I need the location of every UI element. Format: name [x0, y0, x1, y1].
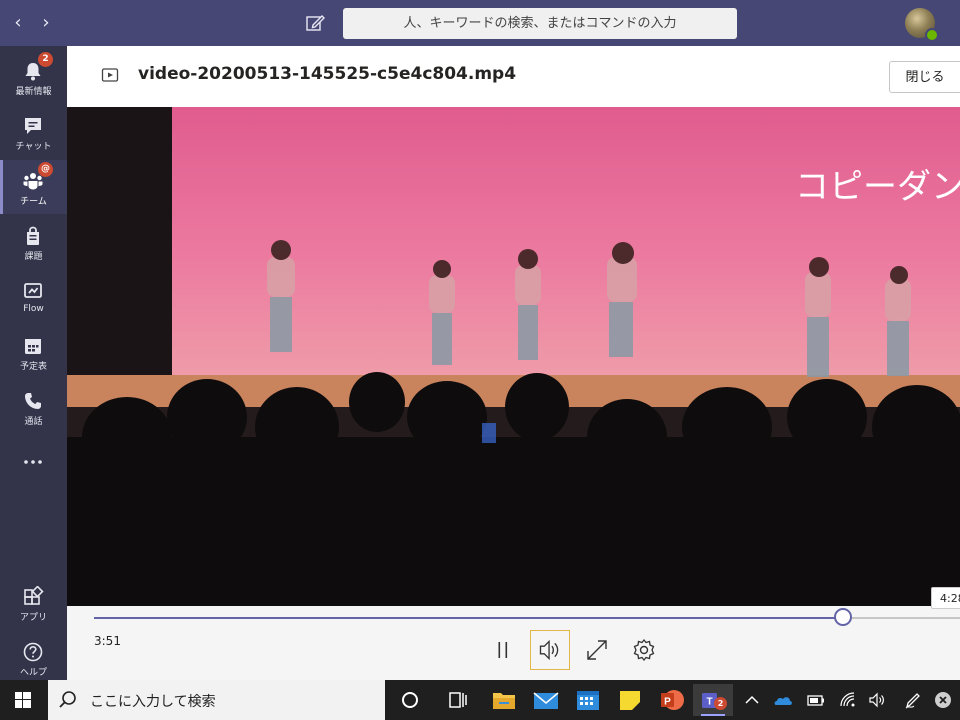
- current-time: 3:51: [94, 634, 121, 648]
- rail-item-flow[interactable]: Flow: [0, 270, 67, 324]
- rail-item-label: 通話: [24, 417, 43, 427]
- rail-item-chat[interactable]: チャット: [0, 105, 67, 159]
- activity-badge: 2: [38, 52, 53, 67]
- calendar-icon: [25, 339, 41, 354]
- rail-item-label: アプリ: [19, 613, 47, 623]
- rail-item-label: 課題: [24, 252, 43, 262]
- help-icon: [23, 642, 43, 662]
- chevron-left-icon[interactable]: ‹: [8, 12, 28, 34]
- phone-icon: [25, 393, 41, 409]
- mail-icon[interactable]: [526, 684, 566, 716]
- wifi-icon[interactable]: [838, 690, 858, 710]
- settings-icon[interactable]: [624, 630, 664, 670]
- powerpoint-icon[interactable]: P: [652, 684, 692, 716]
- file-title: video-20200513-145525-c5e4c804.mp4: [138, 64, 517, 84]
- onedrive-icon[interactable]: [773, 690, 793, 710]
- flow-icon: [24, 283, 42, 298]
- rail-item-label: 予定表: [19, 362, 47, 372]
- rail-item-help[interactable]: ヘルプ: [0, 631, 67, 685]
- rail-item-apps[interactable]: アプリ: [0, 576, 67, 630]
- windows-start-icon[interactable]: [0, 680, 46, 720]
- chevron-up-icon[interactable]: [742, 690, 762, 710]
- rail-item-calls[interactable]: 通話: [0, 380, 67, 434]
- search-input[interactable]: 人、キーワードの検索、またはコマンドの入力: [343, 8, 737, 39]
- rail-item-label: チーム: [20, 197, 47, 207]
- assignments-icon: [27, 226, 39, 245]
- calendar-app-icon[interactable]: [568, 684, 608, 716]
- rail-item-activity[interactable]: 2 最新情報: [0, 50, 67, 104]
- teams-app-icon: T: [701, 693, 725, 716]
- mention-badge: @: [38, 162, 53, 177]
- teams-app-button[interactable]: T 2: [693, 684, 733, 716]
- file-explorer-icon[interactable]: [484, 684, 524, 716]
- presence-available-icon: [925, 28, 939, 42]
- chevron-right-icon[interactable]: ›: [36, 12, 56, 34]
- rail-item-label: Flow: [23, 304, 44, 314]
- battery-icon[interactable]: [806, 690, 826, 710]
- seek-thumb[interactable]: [834, 608, 852, 626]
- teams-taskbar-badge: 2: [714, 697, 727, 710]
- search-icon: [59, 691, 76, 708]
- chat-icon: [25, 118, 41, 134]
- rail-item-label: ヘルプ: [19, 668, 47, 678]
- pause-icon[interactable]: [483, 630, 523, 670]
- app-rail: 2 最新情報 チャット @ チーム 課題 Flow 予定表 通話 アプリ ヘルプ: [0, 46, 67, 680]
- more-icon: [24, 460, 42, 464]
- svg-text:T: T: [706, 697, 712, 708]
- rail-item-more[interactable]: [0, 435, 67, 489]
- video-overlay-text: コピーダンス: [795, 167, 960, 207]
- rail-item-label: 最新情報: [15, 87, 52, 97]
- rail-item-label: チャット: [15, 142, 52, 152]
- notification-close-icon[interactable]: [933, 690, 953, 710]
- sticky-notes-icon[interactable]: [610, 684, 650, 716]
- cortana-icon[interactable]: [390, 684, 430, 716]
- speaker-icon[interactable]: [867, 690, 887, 710]
- svg-text:P: P: [664, 697, 671, 708]
- close-button[interactable]: 閉じる: [889, 61, 960, 93]
- task-view-icon[interactable]: [437, 684, 477, 716]
- volume-icon[interactable]: [530, 630, 570, 670]
- seek-bar-progress: [94, 617, 843, 619]
- seek-hover-time: 4:28: [931, 587, 960, 609]
- rail-item-teams[interactable]: @ チーム: [0, 160, 67, 214]
- video-frame[interactable]: コピーダンス: [67, 107, 960, 606]
- taskbar-search-text: ここに入力して検索: [90, 694, 216, 710]
- fullscreen-icon[interactable]: [577, 630, 617, 670]
- compose-icon[interactable]: [304, 12, 326, 34]
- pen-icon[interactable]: [903, 690, 923, 710]
- video-file-icon: [101, 68, 119, 82]
- rail-item-calendar[interactable]: 予定表: [0, 325, 67, 379]
- apps-icon: [24, 586, 44, 605]
- rail-item-assignments[interactable]: 課題: [0, 215, 67, 269]
